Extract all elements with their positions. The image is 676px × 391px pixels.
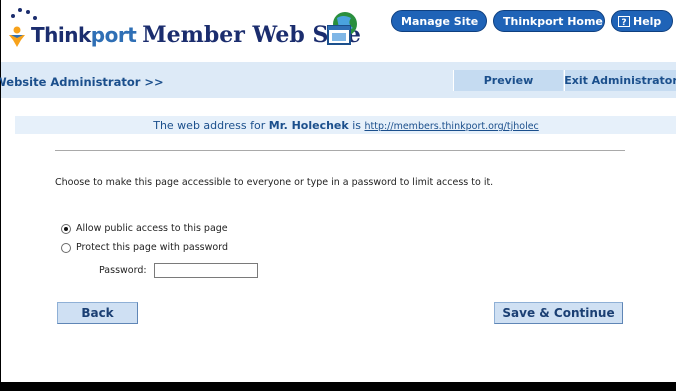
tab-preview[interactable]: Preview [453,70,563,91]
thinkport-figure-icon [9,26,25,47]
web-address-prefix: The web address for [153,119,269,132]
site-header: Thinkport Member Web Site Manage Site Th… [1,0,676,62]
password-protect-radio[interactable] [61,242,71,253]
globe-window-icon [327,12,357,45]
password-protect-label: Protect this page with password [76,242,228,253]
access-instructions: Choose to make this page accessible to e… [55,177,494,188]
logo-port: port [90,23,137,47]
save-continue-button[interactable]: Save & Continue [494,302,623,324]
svg-text:?: ? [621,18,626,27]
public-access-label: Allow public access to this page [76,223,228,234]
window-bottom-edge [0,382,676,391]
web-address-middle: is [348,119,365,132]
site-logo[interactable]: Thinkport Member Web Site [1,6,381,56]
help-label: Help [633,14,662,28]
password-field[interactable] [154,263,258,278]
password-label: Password: [99,265,147,276]
public-access-radio[interactable] [61,223,71,234]
thinkport-home-label: Thinkport Home [503,14,603,28]
logo-text: Thinkport Member Web Site [31,22,361,48]
back-button[interactable]: Back [57,302,138,324]
web-address-bar: The web address for Mr. Holechek is http… [15,116,676,134]
manage-site-label: Manage Site [401,14,479,28]
owner-name: Mr. Holechek [268,119,349,132]
question-icon: ? [618,15,630,27]
web-address-text: The web address for Mr. Holechek is http… [15,119,676,132]
help-button[interactable]: ? Help [611,10,673,32]
page-frame: Thinkport Member Web Site Manage Site Th… [0,0,676,391]
tab-exit-administrator[interactable]: Exit Administrator [564,70,676,91]
public-access-option[interactable]: Allow public access to this page [61,223,228,234]
manage-site-button[interactable]: Manage Site [391,10,487,32]
divider [55,150,625,151]
web-address-link[interactable]: http://members.thinkport.org/tjholec [364,121,538,132]
logo-think: Think [31,23,91,47]
website-administrator-label[interactable]: Website Administrator >> [0,75,164,89]
password-protect-option[interactable]: Protect this page with password [61,242,228,253]
thinkport-home-button[interactable]: Thinkport Home [493,10,605,32]
